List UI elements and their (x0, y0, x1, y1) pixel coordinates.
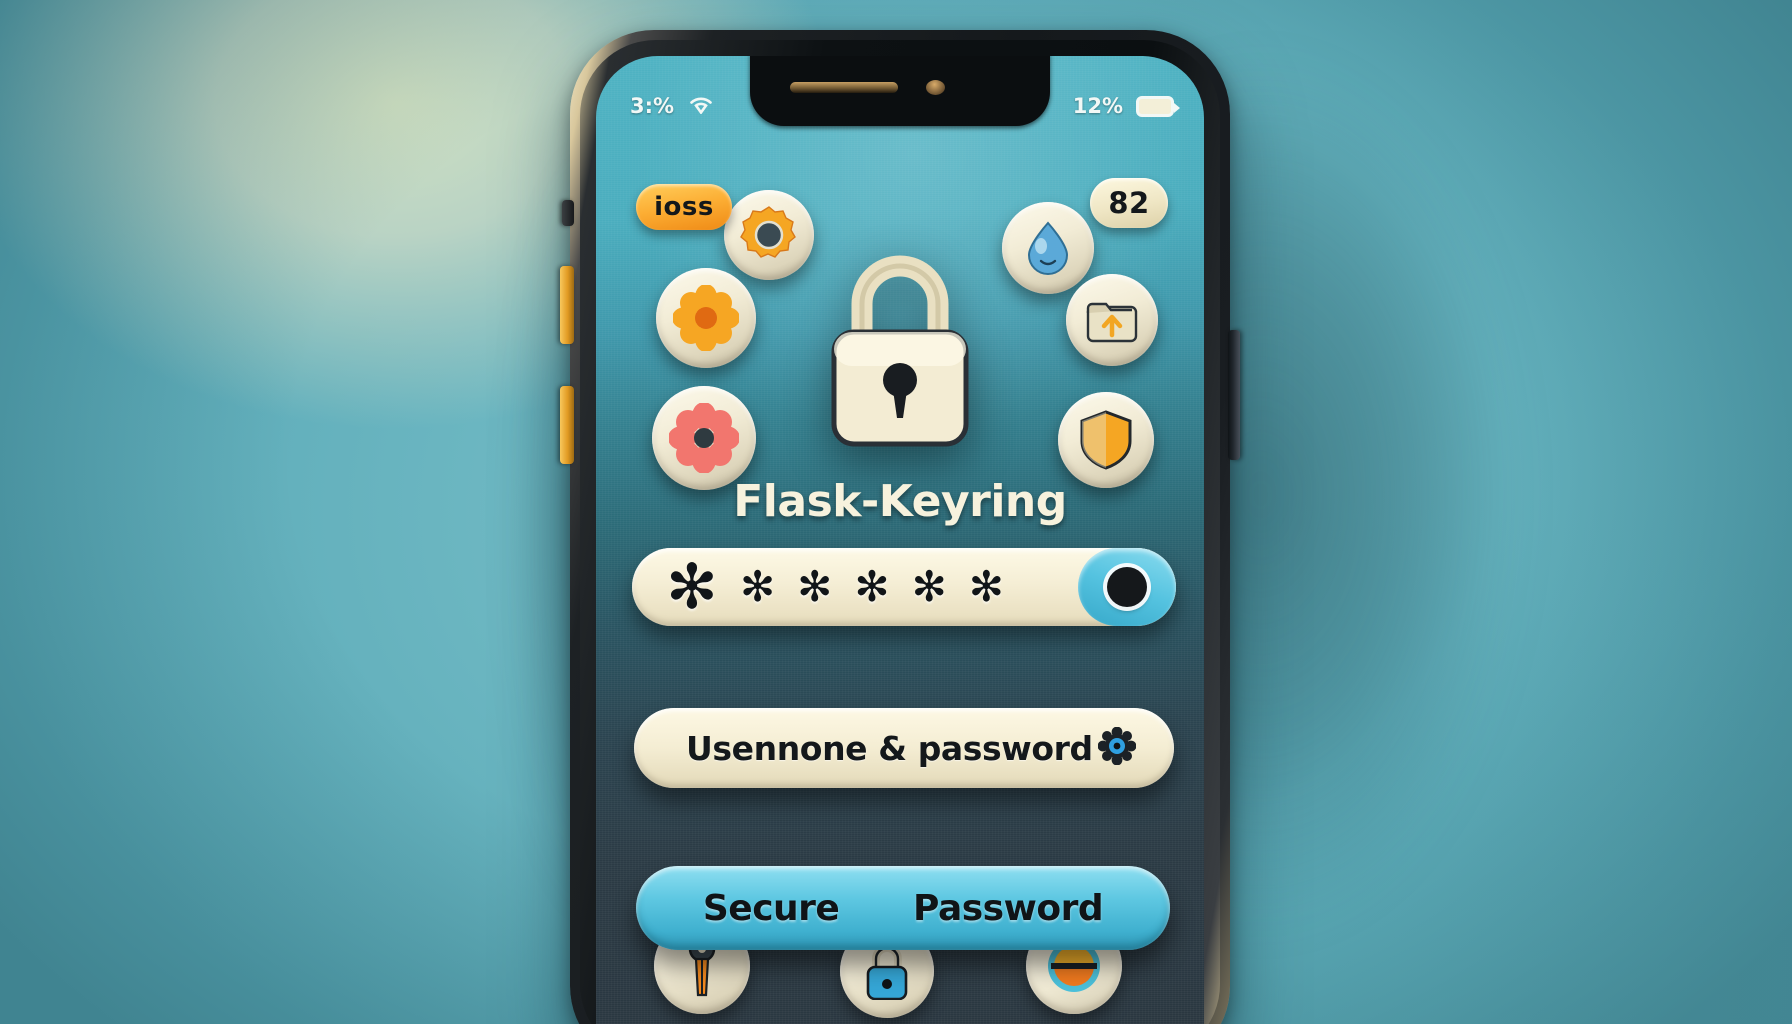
password-dot: ✻ (854, 562, 890, 611)
password-dot: ✻ (666, 550, 718, 623)
password-masked-value: ✻ ✻ ✻ ✻ ✻ ✻ (632, 556, 1078, 618)
password-input[interactable]: ✻ ✻ ✻ ✻ ✻ ✻ (632, 548, 1176, 626)
silent-switch[interactable] (562, 200, 574, 226)
count-badge[interactable]: 82 (1090, 178, 1168, 228)
password-dot: ✻ (797, 562, 833, 611)
battery-percent-label: 12% (1072, 94, 1123, 118)
front-camera-icon (926, 80, 945, 95)
password-dot: ✻ (911, 562, 947, 611)
password-dot: ✻ (739, 562, 776, 611)
battery-icon (1136, 95, 1180, 117)
action-button-right-label: Password (913, 887, 1104, 929)
toggle-knob[interactable] (1107, 567, 1147, 607)
status-bar-left: 3:% (630, 93, 715, 119)
wifi-icon (687, 93, 715, 119)
status-time: 3:% (630, 94, 675, 118)
phone-device: 3:% 12% ioss 82 Flask-Keyring ✻ ✻ ✻ ✻ ✻ … (570, 30, 1230, 1024)
padlock-icon (810, 238, 990, 458)
phone-screen: 3:% 12% ioss 82 Flask-Keyring ✻ ✻ ✻ ✻ ✻ … (596, 56, 1204, 1024)
action-button-left-label: Secure (702, 887, 840, 929)
password-dot: ✻ (968, 562, 1004, 611)
flower-icon[interactable] (656, 268, 756, 368)
flower-icon-2[interactable] (652, 386, 756, 490)
volume-down-button[interactable] (560, 386, 574, 464)
gear-settings-icon[interactable] (1097, 726, 1137, 769)
credential-button[interactable]: Usennone & password (634, 708, 1174, 788)
secure-password-button[interactable]: Secure Password (636, 866, 1170, 950)
phone-notch (750, 56, 1050, 126)
earpiece-speaker (790, 82, 898, 93)
shield-icon[interactable] (1058, 392, 1154, 488)
power-button[interactable] (1228, 330, 1240, 460)
platform-badge[interactable]: ioss (636, 184, 732, 230)
phone-drop-shadow (1160, 10, 1720, 1020)
page-title: Flask-Keyring (733, 476, 1067, 527)
gear-icon[interactable] (724, 190, 814, 280)
credential-button-label: Usennone & password (686, 728, 1093, 768)
volume-up-button[interactable] (560, 266, 574, 344)
status-bar-right: 12% (1072, 94, 1180, 118)
folder-icon[interactable] (1066, 274, 1158, 366)
droplet-icon[interactable] (1002, 202, 1094, 294)
visibility-toggle-icon[interactable] (1078, 548, 1176, 626)
